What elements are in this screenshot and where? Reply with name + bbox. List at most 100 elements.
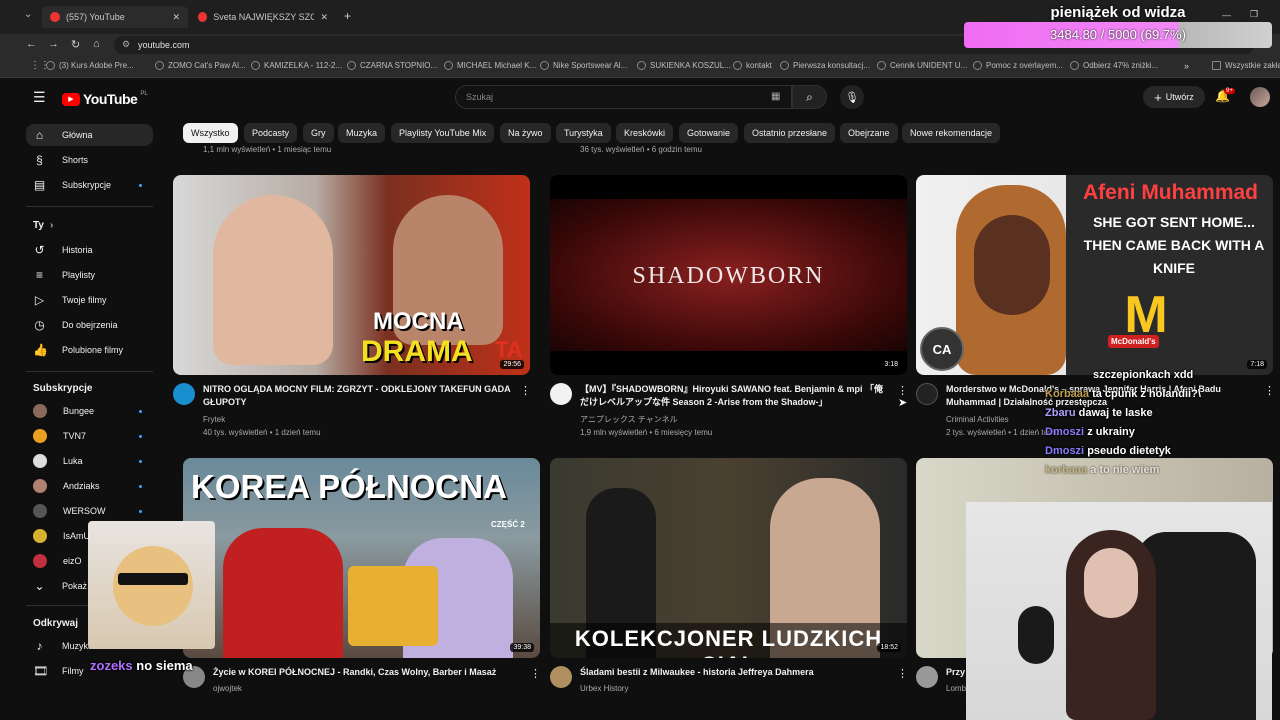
bookmark-item[interactable]: MICHAEL Michael K... [444,61,536,70]
tab-list-icon[interactable]: ⌄ [24,9,32,20]
more-vert-icon[interactable]: ⋮ [530,667,541,680]
channel-avatar[interactable] [173,383,195,405]
sidebar-item-label: Do obejrzenia [62,320,118,330]
video-meta: 1,1 mln wyświetleń • 1 miesiąc temu [203,145,332,154]
search-input[interactable]: Szukaj ▦ [455,85,792,109]
close-icon[interactable]: ✕ [320,12,328,23]
chat-username: Zbaru [1045,407,1076,419]
chip-filter[interactable]: Turystyka [556,123,611,143]
duration-badge: 29:56 [500,360,524,369]
thumbnail-text: Afeni Muhammad [1082,181,1258,204]
duration-badge: 39:38 [510,643,534,652]
back-icon[interactable]: ← [26,38,37,50]
home-icon[interactable]: ⌂ [93,38,100,50]
sidebar-item-playlists[interactable]: ≡ Playlisty [33,265,95,285]
sidebar-item-history[interactable]: ↺ Historia [33,240,92,260]
bookmark-item[interactable]: Pomoc z overlayem... [973,61,1063,70]
bookmark-item[interactable]: Nike Sportswear Al... [540,61,627,70]
more-vert-icon[interactable]: ⋮ [1264,384,1275,397]
channel-avatar[interactable] [550,666,572,688]
chip-filter[interactable]: Ostatnio przesłane [744,123,836,143]
chip-filter[interactable]: Gotowanie [679,123,739,143]
channel-avatar[interactable] [550,383,572,405]
channel-name[interactable]: アニプレックス チャンネル [580,413,678,426]
divider [26,371,153,372]
chip-filter[interactable]: Playlisty YouTube Mix [391,123,495,143]
sidebar-item-music[interactable]: ♪ Muzyka [33,636,94,656]
channel-avatar[interactable] [916,666,938,688]
video-title[interactable]: NITRO OGLĄDA MOCNY FILM: ZGRZYT - ODKLEJ… [203,383,513,409]
menu-icon[interactable]: ☰ [33,89,46,106]
plus-icon: + [1154,89,1162,105]
new-tab-icon[interactable]: + [344,9,351,23]
sidebar-item-your-videos[interactable]: ▷ Twoje filmy [33,290,107,310]
sidebar-subscription[interactable]: Bungee [33,401,94,421]
bookmark-item[interactable]: Pierwsza konsultacj... [780,61,870,70]
sidebar-subscription[interactable]: IsAmU [33,526,90,546]
sidebar-item-watch-later[interactable]: ◷ Do obejrzenia [33,315,118,335]
sidebar-you-header[interactable]: Ty › [33,220,53,231]
all-bookmarks[interactable]: Wszystkie zakładki [1212,61,1280,70]
chip-filter[interactable]: Muzyka [338,123,386,143]
video-title[interactable]: Przy [946,666,965,679]
channel-name[interactable]: Urbex History [580,682,628,695]
music-icon: ♪ [36,638,43,653]
video-thumbnail[interactable]: Afeni Muhammad SHE GOT SENT HOME... THEN… [916,175,1273,375]
video-thumbnail[interactable]: KOREA PÓŁNOCNA CZĘŚĆ 2 39:38 [183,458,540,658]
channel-name[interactable]: ojwojtek [213,682,242,695]
close-icon[interactable]: ✕ [172,12,180,23]
bookmark-item[interactable]: SUKIENKA KOSZUL... [637,61,731,70]
more-vert-icon[interactable]: ⋮ [520,384,531,397]
more-bookmarks-icon[interactable]: » [1184,61,1189,71]
bookmark-item[interactable]: kontakt [733,61,772,70]
channel-avatar[interactable] [916,383,938,405]
chip-filter[interactable]: Nowe rekomendacje [902,123,1001,143]
sidebar-item-films[interactable]: 🎞 Filmy [33,661,84,681]
sidebar-subscription[interactable]: WERSOW [33,501,106,521]
channel-name[interactable]: Criminal Activities [946,413,1009,426]
site-info-icon[interactable]: ⚙ [122,39,130,50]
video-title[interactable]: Życie w KOREI PÓŁNOCNEJ - Randki, Czas W… [213,666,523,679]
sidebar-item-subscriptions[interactable]: ▤ Subskrypcje [33,175,111,195]
video-title[interactable]: 【MV】『SHADOWBORN』Hiroyuki SAWANO feat. Be… [580,383,890,409]
sidebar-subscription[interactable]: eizO [33,551,82,571]
channel-name[interactable]: Lomb [946,682,966,695]
sidebar-item-shorts[interactable]: § Shorts [33,150,88,170]
sidebar-item-label: Pokaż [62,581,88,591]
sidebar-subscription[interactable]: Andziaks [33,476,100,496]
youtube-logo[interactable]: ▶ YouTube PL [62,91,148,107]
sidebar-subscription[interactable]: Luka [33,451,83,471]
bookmark-item[interactable]: KAMIZELKA - 112-2... [251,61,342,70]
tab-sveta[interactable]: Sveta NAJWIĘKSZY SZON z Ro... ✕ [190,6,336,28]
bookmark-item[interactable]: CZARNA STOPNIO... [347,61,437,70]
search-button[interactable]: ⌕ [792,85,827,109]
bookmark-item[interactable]: ZOMO Cat's Paw Al... [155,61,246,70]
sidebar-item-liked[interactable]: 👍 Polubione filmy [33,340,123,360]
reload-icon[interactable]: ↻ [71,38,80,51]
video-thumbnail[interactable]: MOCNA DRAMA TA 29:56 [173,175,530,375]
video-thumbnail[interactable]: SHADOWBORN 3:18 [550,175,907,375]
create-button[interactable]: + Utwórz [1143,86,1205,108]
tab-youtube[interactable]: (557) YouTube ✕ [42,6,188,28]
voice-search-button[interactable]: 🎙 [840,85,864,109]
bookmark-item[interactable]: Odbierz 47% zniżki... [1070,61,1158,70]
sidebar-subscription[interactable]: TVN7 [33,426,86,446]
video-title[interactable]: Śladami bestii z Milwaukee - historia Je… [580,666,890,679]
chip-filter[interactable]: Gry [303,123,334,143]
avatar[interactable] [1250,87,1270,107]
chip-filter[interactable]: Wszystko [183,123,238,143]
chip-filter[interactable]: Kreskówki [616,123,674,143]
bookmark-item[interactable]: Cennik UNIDENT U... [877,61,967,70]
bookmark-item[interactable]: (3) Kurs Adobe Pre... [46,61,134,70]
sidebar-item-home[interactable]: ⌂ Główna [33,125,93,145]
forward-icon[interactable]: → [48,38,59,50]
channel-name[interactable]: Frytek [203,413,225,426]
keyboard-icon[interactable]: ▦ [771,91,780,102]
chip-filter[interactable]: Na żywo [500,123,551,143]
video-thumbnail[interactable]: KOLEKCJONER LUDZKICH CIAŁ 18:52 [550,458,907,658]
sidebar-show-more[interactable]: ⌄ Pokaż [33,576,87,596]
chip-filter[interactable]: Podcasty [244,123,298,143]
more-vert-icon[interactable]: ⋮ [897,667,908,680]
chip-filter[interactable]: Obejrzane [840,123,898,143]
bookmark-label: kontakt [746,61,772,70]
